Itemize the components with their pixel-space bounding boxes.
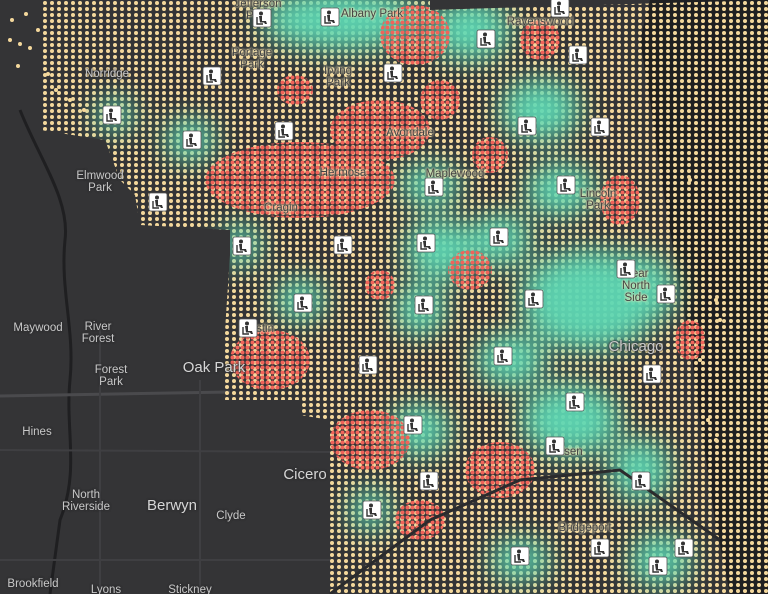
library-reading-icon[interactable] xyxy=(590,117,610,137)
library-reading-icon[interactable] xyxy=(524,289,544,309)
place-label-maywood: Maywood xyxy=(13,321,63,334)
place-label-clyde: Clyde xyxy=(216,509,246,522)
place-label-irving-park: Irving Park xyxy=(323,64,353,89)
place-label-bridgeport: Bridgeport xyxy=(558,521,612,534)
library-reading-icon[interactable] xyxy=(293,293,313,313)
library-reading-icon[interactable] xyxy=(556,175,576,195)
library-reading-icon[interactable] xyxy=(517,116,537,136)
library-reading-icon[interactable] xyxy=(419,471,439,491)
library-reading-icon[interactable] xyxy=(252,8,272,28)
library-reading-icon[interactable] xyxy=(648,556,668,576)
place-label-chicago: Chicago xyxy=(608,338,664,356)
place-label-river-forest: River Forest xyxy=(81,320,115,345)
place-label-lincoln-park: Lincoln Park xyxy=(579,187,617,212)
place-label-berwyn: Berwyn xyxy=(146,497,198,515)
place-label-elmwood-park: Elmwood Park xyxy=(76,169,124,194)
place-label-hermosa: Hermosa xyxy=(319,166,367,179)
library-reading-icon[interactable] xyxy=(403,415,423,435)
library-reading-icon[interactable] xyxy=(642,364,662,384)
library-reading-icon[interactable] xyxy=(414,295,434,315)
place-label-north-riverside: North Riverside xyxy=(62,488,110,513)
library-reading-icon[interactable] xyxy=(383,63,403,83)
library-reading-icon[interactable] xyxy=(202,66,222,86)
place-label-forest-park: Forest Park xyxy=(94,363,128,388)
place-label-portage-park: Portage Park xyxy=(231,46,273,71)
library-reading-icon[interactable] xyxy=(333,235,353,255)
library-reading-icon[interactable] xyxy=(568,45,588,65)
place-label-lyons: Lyons xyxy=(90,583,122,594)
library-reading-icon[interactable] xyxy=(238,318,258,338)
place-label-stickney: Stickney xyxy=(168,583,212,594)
library-reading-icon[interactable] xyxy=(102,105,122,125)
library-reading-icon[interactable] xyxy=(476,29,496,49)
library-reading-icon[interactable] xyxy=(362,500,382,520)
library-reading-icon[interactable] xyxy=(416,233,436,253)
library-reading-icon[interactable] xyxy=(550,0,570,18)
place-label-oak-park: Oak Park xyxy=(182,359,246,377)
place-label-avondale: Avondale xyxy=(386,126,434,139)
place-label-cicero: Cicero xyxy=(283,466,327,484)
library-reading-icon[interactable] xyxy=(545,436,565,456)
library-reading-icon[interactable] xyxy=(631,471,651,491)
library-reading-icon[interactable] xyxy=(232,236,252,256)
library-reading-icon[interactable] xyxy=(510,546,530,566)
library-reading-icon[interactable] xyxy=(424,177,444,197)
library-reading-icon[interactable] xyxy=(656,284,676,304)
place-label-albany-park: Albany Park xyxy=(340,7,404,20)
library-reading-icon[interactable] xyxy=(358,355,378,375)
library-reading-icon[interactable] xyxy=(565,392,585,412)
place-label-cragin: Cragin xyxy=(264,201,298,214)
library-reading-icon[interactable] xyxy=(320,7,340,27)
library-reading-icon[interactable] xyxy=(590,538,610,558)
library-reading-icon[interactable] xyxy=(616,259,636,279)
library-reading-icon[interactable] xyxy=(182,130,202,150)
library-reading-icon[interactable] xyxy=(148,192,168,212)
place-label-norridge: Norridge xyxy=(84,67,130,80)
library-reading-icon[interactable] xyxy=(274,121,294,141)
library-reading-icon[interactable] xyxy=(674,538,694,558)
place-label-brookfield: Brookfield xyxy=(7,577,59,590)
place-label-hines: Hines xyxy=(22,425,52,438)
map-canvas[interactable]: JeffersonParkAlbany ParkRavenswoodNorrid… xyxy=(0,0,768,594)
library-reading-icon[interactable] xyxy=(493,346,513,366)
library-reading-icon[interactable] xyxy=(489,227,509,247)
basemap xyxy=(0,0,768,594)
